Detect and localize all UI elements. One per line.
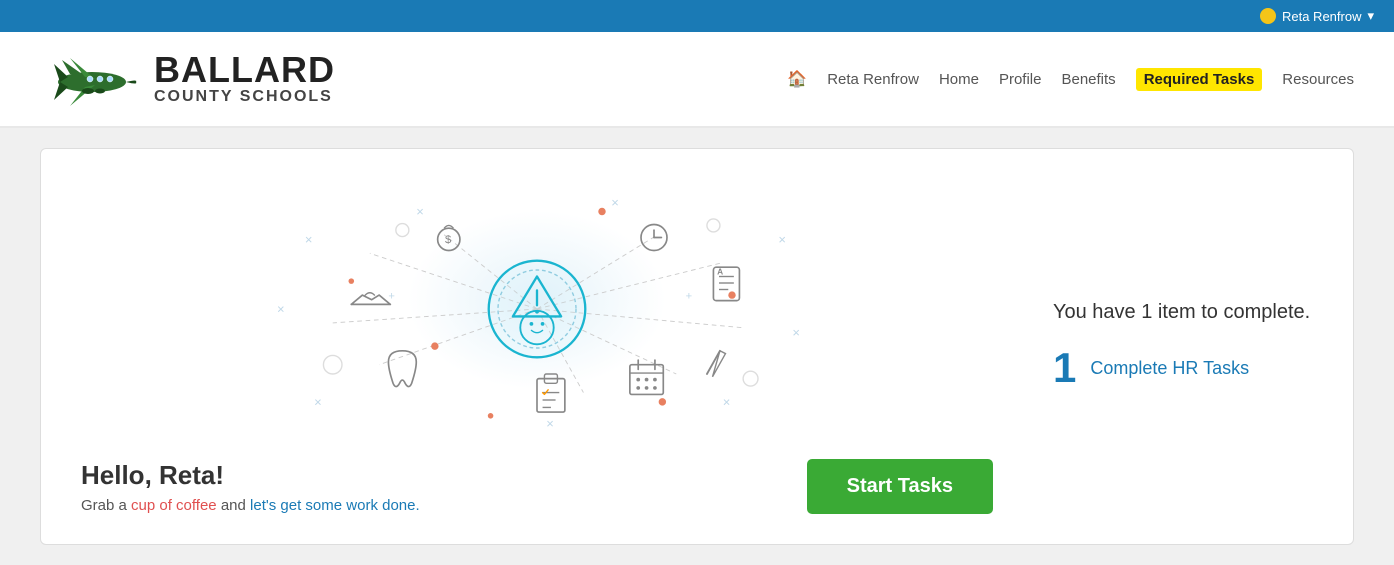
svg-text:×: × [277,302,285,317]
svg-text:×: × [778,232,786,247]
svg-text:$: $ [445,234,452,246]
svg-text:×: × [305,232,313,247]
task-info-panel: You have 1 item to complete. 1 Complete … [1033,179,1313,514]
school-name-main: BALLARD [154,52,335,88]
school-name-sub: COUNTY SCHOOLS [154,88,335,106]
greeting-coffee: cup of coffee [131,497,217,514]
top-bar-username: Reta Renfrow [1282,9,1361,24]
logo-area: BALLARD COUNTY SCHOOLS [40,44,335,114]
svg-text:×: × [723,395,731,410]
top-bar: Reta Renfrow ▾ [0,0,1394,32]
nav-item-required-tasks[interactable]: Required Tasks [1136,68,1263,91]
greeting-text: Hello, Reta! Grab a cup of coffee and le… [81,460,420,514]
school-name: BALLARD COUNTY SCHOOLS [154,52,335,106]
illustration-area: × × × × × × × × × + + [81,179,993,514]
svg-text:A: A [717,267,723,277]
user-avatar-icon [1260,8,1276,24]
bottom-section: Hello, Reta! Grab a cup of coffee and le… [81,459,993,514]
svg-text:×: × [416,204,424,219]
nav-home-icon[interactable]: 🏠 [787,69,807,89]
greeting-subtitle: Grab a cup of coffee and let's get some … [81,497,420,514]
complete-hr-tasks-link[interactable]: Complete HR Tasks [1090,358,1249,379]
greeting-name: Hello, Reta! [81,460,420,491]
svg-text:×: × [546,416,554,431]
svg-text:×: × [314,395,322,410]
nav-item-profile[interactable]: Profile [999,71,1042,88]
top-bar-user[interactable]: Reta Renfrow ▾ [1260,8,1374,24]
task-illustration: × × × × × × × × × + + [81,179,993,439]
nav-item-reta[interactable]: Reta Renfrow [827,71,919,88]
main-content: × × × × × × × × × + + [0,128,1394,565]
header: BALLARD COUNTY SCHOOLS 🏠 Reta Renfrow Ho… [0,32,1394,128]
svg-text:×: × [792,325,800,340]
svg-text:×: × [611,195,619,210]
task-row: 1 Complete HR Tasks [1053,344,1249,392]
nav-item-resources[interactable]: Resources [1282,71,1354,88]
dropdown-arrow-icon: ▾ [1367,8,1374,24]
task-number: 1 [1053,344,1076,392]
svg-text:+: + [388,291,395,303]
main-nav: 🏠 Reta Renfrow Home Profile Benefits Req… [787,68,1354,91]
svg-text:+: + [686,291,693,303]
school-logo-icon [40,44,140,114]
greeting-work: let's get some work done. [250,497,420,514]
dashboard-card: × × × × × × × × × + + [40,148,1354,545]
nav-item-home[interactable]: Home [939,71,979,88]
start-tasks-button[interactable]: Start Tasks [807,459,993,514]
nav-item-benefits[interactable]: Benefits [1061,71,1115,88]
item-count-text: You have 1 item to complete. [1053,301,1310,324]
